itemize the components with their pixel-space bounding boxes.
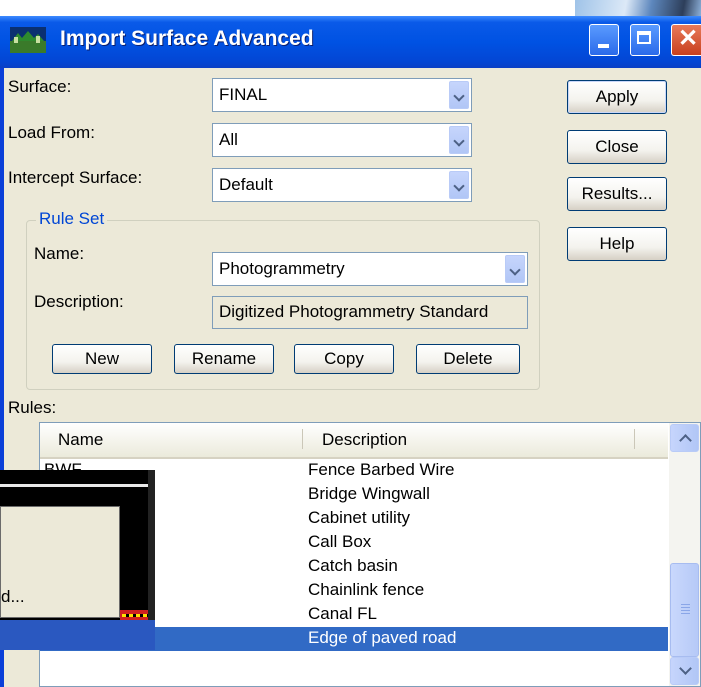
delete-button[interactable]: Delete bbox=[416, 344, 520, 374]
scroll-up-arrow-icon[interactable] bbox=[670, 424, 699, 452]
column-header-description[interactable]: Description bbox=[322, 430, 407, 450]
scroll-down-arrow-icon[interactable] bbox=[670, 657, 699, 685]
grip-line bbox=[681, 604, 690, 605]
rule-description: Canal FL bbox=[308, 604, 377, 623]
chevron-down-icon[interactable] bbox=[505, 255, 525, 283]
rule-description: Fence Barbed Wire bbox=[308, 460, 455, 479]
apply-button[interactable]: Apply bbox=[567, 80, 667, 114]
rule-description: Edge of paved road bbox=[308, 628, 457, 647]
rule-set-name-select[interactable]: Photogrammetry bbox=[212, 252, 528, 286]
rule-set-name-value: Photogrammetry bbox=[219, 259, 345, 278]
app-icon bbox=[10, 27, 46, 53]
close-icon: ✕ bbox=[678, 25, 699, 52]
rule-set-group-title: Rule Set bbox=[36, 209, 108, 229]
chevron-down-icon[interactable] bbox=[449, 126, 469, 154]
minimize-button[interactable] bbox=[589, 24, 619, 56]
column-divider[interactable] bbox=[302, 429, 303, 449]
grip-line bbox=[681, 613, 690, 614]
new-button[interactable]: New bbox=[52, 344, 152, 374]
overlay-panel[interactable]: d... bbox=[0, 506, 120, 618]
intercept-surface-select[interactable]: Default bbox=[212, 168, 472, 202]
grip-line bbox=[681, 610, 690, 611]
overlapping-window: d... bbox=[0, 470, 155, 650]
rule-description: Bridge Wingwall bbox=[308, 484, 430, 503]
rules-list-header: Name Description bbox=[40, 423, 668, 459]
column-divider[interactable] bbox=[634, 429, 635, 449]
surface-value: FINAL bbox=[219, 85, 268, 104]
intercept-surface-value: Default bbox=[219, 175, 273, 194]
vertical-scrollbar[interactable] bbox=[669, 423, 700, 686]
results-button[interactable]: Results... bbox=[567, 177, 667, 211]
intercept-surface-label: Intercept Surface: bbox=[8, 168, 143, 187]
overlay-divider bbox=[0, 484, 155, 487]
chevron-down-icon[interactable] bbox=[449, 171, 469, 199]
chevron-down-icon[interactable] bbox=[449, 81, 469, 109]
rule-set-name-label: Name: bbox=[34, 244, 85, 263]
description-label: Description: bbox=[34, 292, 124, 311]
rules-label: Rules: bbox=[8, 398, 57, 417]
scrollbar-thumb[interactable] bbox=[670, 563, 699, 657]
load-from-select[interactable]: All bbox=[212, 123, 472, 157]
load-from-value: All bbox=[219, 130, 238, 149]
overlay-partial-text: d... bbox=[1, 587, 25, 606]
load-from-label: Load From: bbox=[8, 123, 95, 142]
window-title: Import Surface Advanced bbox=[60, 27, 314, 50]
surface-select[interactable]: FINAL bbox=[212, 78, 472, 112]
close-button[interactable]: Close bbox=[567, 130, 667, 164]
rule-description: Cabinet utility bbox=[308, 508, 411, 527]
rule-description: Call Box bbox=[308, 532, 372, 551]
column-header-name[interactable]: Name bbox=[58, 430, 103, 450]
surface-label: Surface: bbox=[8, 77, 72, 96]
help-button[interactable]: Help bbox=[567, 227, 667, 261]
grip-line bbox=[681, 607, 690, 608]
overlay-selection-strip bbox=[0, 620, 155, 650]
copy-button[interactable]: Copy bbox=[294, 344, 394, 374]
maximize-button[interactable] bbox=[630, 24, 660, 56]
rename-button[interactable]: Rename bbox=[174, 344, 274, 374]
rule-description: Chainlink fence bbox=[308, 580, 425, 599]
rule-description: Catch basin bbox=[308, 556, 398, 575]
title-bar[interactable]: Import Surface Advanced ✕ bbox=[0, 16, 701, 68]
close-window-button[interactable]: ✕ bbox=[671, 24, 701, 56]
description-field: Digitized Photogrammetry Standard bbox=[212, 296, 528, 329]
description-value: Digitized Photogrammetry Standard bbox=[219, 302, 489, 321]
overlay-dashed-line bbox=[122, 614, 148, 617]
